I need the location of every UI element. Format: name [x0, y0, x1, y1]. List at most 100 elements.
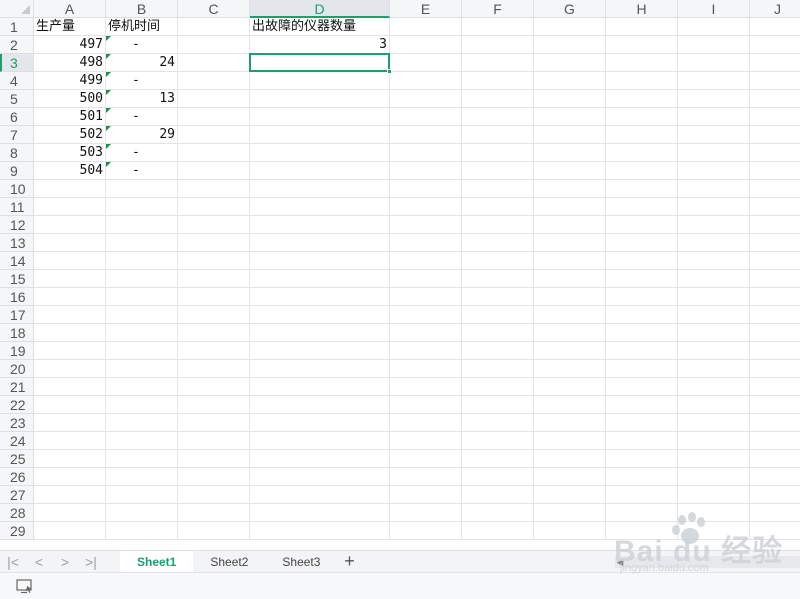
- cell-b24[interactable]: [106, 432, 178, 450]
- cell-a22[interactable]: [34, 396, 106, 414]
- cell-g5[interactable]: [534, 90, 606, 108]
- cell-b29[interactable]: [106, 522, 178, 540]
- row-header[interactable]: 3: [0, 54, 34, 72]
- cell-g10[interactable]: [534, 180, 606, 198]
- cell-e3[interactable]: [390, 54, 462, 72]
- cell-h15[interactable]: [606, 270, 678, 288]
- cell-j8[interactable]: [750, 144, 800, 162]
- cell-i5[interactable]: [678, 90, 750, 108]
- cell-d22[interactable]: [250, 396, 390, 414]
- row-header[interactable]: 6: [0, 108, 34, 126]
- cell-h28[interactable]: [606, 504, 678, 522]
- cell-j12[interactable]: [750, 216, 800, 234]
- cell-a6[interactable]: 501: [34, 108, 106, 126]
- cell-f4[interactable]: [462, 72, 534, 90]
- cell-c20[interactable]: [178, 360, 250, 378]
- cell-f13[interactable]: [462, 234, 534, 252]
- cell-f11[interactable]: [462, 198, 534, 216]
- cell-a27[interactable]: [34, 486, 106, 504]
- cell-h11[interactable]: [606, 198, 678, 216]
- cell-f25[interactable]: [462, 450, 534, 468]
- cell-a5[interactable]: 500: [34, 90, 106, 108]
- cell-e9[interactable]: [390, 162, 462, 180]
- cell-b18[interactable]: [106, 324, 178, 342]
- cell-h6[interactable]: [606, 108, 678, 126]
- cell-f5[interactable]: [462, 90, 534, 108]
- row-header[interactable]: 20: [0, 360, 34, 378]
- cell-c15[interactable]: [178, 270, 250, 288]
- cell-c2[interactable]: [178, 36, 250, 54]
- cell-g24[interactable]: [534, 432, 606, 450]
- column-header-e[interactable]: E: [390, 0, 462, 18]
- cell-d18[interactable]: [250, 324, 390, 342]
- row-header[interactable]: 19: [0, 342, 34, 360]
- scroll-left-icon[interactable]: ◀: [615, 556, 625, 568]
- cell-e20[interactable]: [390, 360, 462, 378]
- cell-d4[interactable]: [250, 72, 390, 90]
- cell-c3[interactable]: [178, 54, 250, 72]
- cell-c4[interactable]: [178, 72, 250, 90]
- cell-b4[interactable]: -: [106, 72, 178, 90]
- error-flag-icon[interactable]: [106, 144, 111, 149]
- cell-i21[interactable]: [678, 378, 750, 396]
- cell-j3[interactable]: [750, 54, 800, 72]
- cell-j15[interactable]: [750, 270, 800, 288]
- cell-b1[interactable]: 停机时间: [106, 18, 178, 36]
- cell-d14[interactable]: [250, 252, 390, 270]
- cell-j21[interactable]: [750, 378, 800, 396]
- cell-g9[interactable]: [534, 162, 606, 180]
- cell-i19[interactable]: [678, 342, 750, 360]
- cell-d7[interactable]: [250, 126, 390, 144]
- cell-e21[interactable]: [390, 378, 462, 396]
- cell-f27[interactable]: [462, 486, 534, 504]
- cell-f9[interactable]: [462, 162, 534, 180]
- cell-c6[interactable]: [178, 108, 250, 126]
- row-header[interactable]: 11: [0, 198, 34, 216]
- cell-c13[interactable]: [178, 234, 250, 252]
- cell-b6[interactable]: -: [106, 108, 178, 126]
- tab-sheet1[interactable]: Sheet1: [120, 550, 194, 573]
- cell-a7[interactable]: 502: [34, 126, 106, 144]
- cell-b13[interactable]: [106, 234, 178, 252]
- cell-h2[interactable]: [606, 36, 678, 54]
- cell-g2[interactable]: [534, 36, 606, 54]
- cell-i24[interactable]: [678, 432, 750, 450]
- prev-sheet-icon[interactable]: <: [26, 551, 52, 573]
- next-sheet-icon[interactable]: >: [52, 551, 78, 573]
- cell-j14[interactable]: [750, 252, 800, 270]
- cell-c9[interactable]: [178, 162, 250, 180]
- cell-i14[interactable]: [678, 252, 750, 270]
- cell-i16[interactable]: [678, 288, 750, 306]
- cell-b11[interactable]: [106, 198, 178, 216]
- cell-h10[interactable]: [606, 180, 678, 198]
- cell-i15[interactable]: [678, 270, 750, 288]
- column-header-b[interactable]: B: [106, 0, 178, 18]
- add-sheet-button[interactable]: +: [337, 551, 361, 573]
- cell-b25[interactable]: [106, 450, 178, 468]
- cell-a10[interactable]: [34, 180, 106, 198]
- row-header[interactable]: 5: [0, 90, 34, 108]
- cell-f2[interactable]: [462, 36, 534, 54]
- cell-i1[interactable]: [678, 18, 750, 36]
- cell-i25[interactable]: [678, 450, 750, 468]
- cell-j24[interactable]: [750, 432, 800, 450]
- cell-j18[interactable]: [750, 324, 800, 342]
- cell-j9[interactable]: [750, 162, 800, 180]
- cell-d12[interactable]: [250, 216, 390, 234]
- cell-e12[interactable]: [390, 216, 462, 234]
- cell-g8[interactable]: [534, 144, 606, 162]
- cell-g7[interactable]: [534, 126, 606, 144]
- cell-d8[interactable]: [250, 144, 390, 162]
- column-header-g[interactable]: G: [534, 0, 606, 18]
- error-flag-icon[interactable]: [106, 162, 111, 167]
- cell-b22[interactable]: [106, 396, 178, 414]
- row-header[interactable]: 29: [0, 522, 34, 540]
- cell-j7[interactable]: [750, 126, 800, 144]
- cell-b17[interactable]: [106, 306, 178, 324]
- row-header[interactable]: 26: [0, 468, 34, 486]
- cell-h20[interactable]: [606, 360, 678, 378]
- cell-b16[interactable]: [106, 288, 178, 306]
- cell-b26[interactable]: [106, 468, 178, 486]
- cell-g17[interactable]: [534, 306, 606, 324]
- cell-j17[interactable]: [750, 306, 800, 324]
